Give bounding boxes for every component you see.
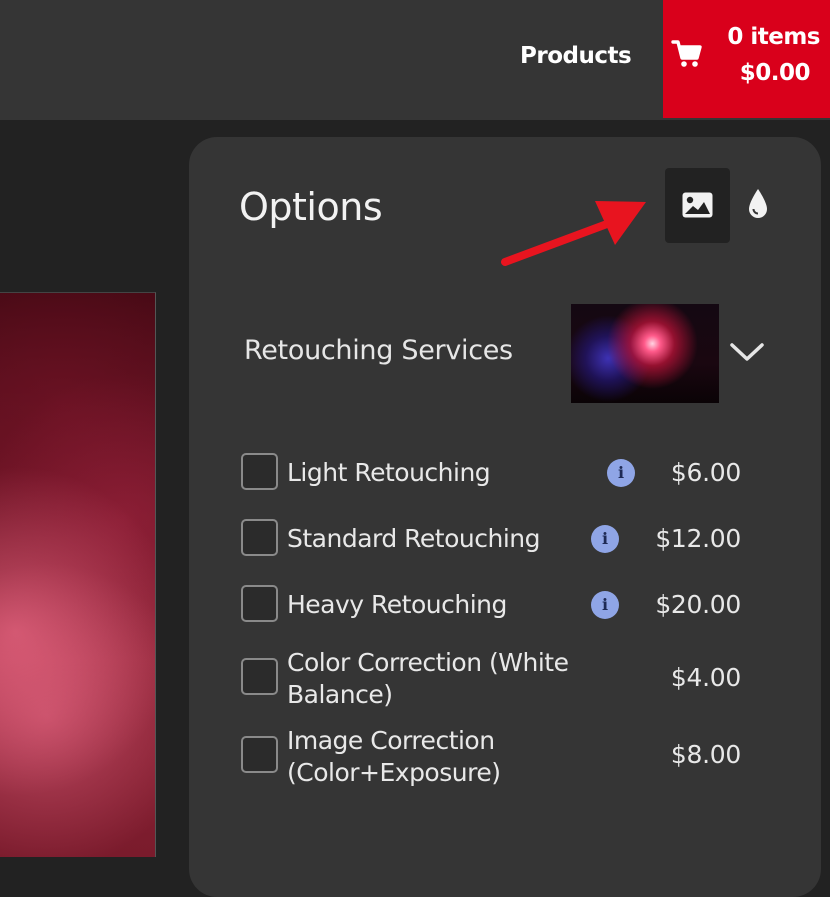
cart-button[interactable]: 0 items $0.00 xyxy=(663,0,830,118)
option-price: $8.00 xyxy=(670,740,741,769)
cart-total: $0.00 xyxy=(739,60,811,86)
photo-thumbnail[interactable] xyxy=(571,304,719,403)
option-checkbox[interactable] xyxy=(241,658,278,695)
shopping-cart-icon xyxy=(671,40,702,67)
option-checkbox[interactable] xyxy=(241,585,278,622)
photo-preview xyxy=(0,292,156,857)
option-price: $6.00 xyxy=(670,458,741,487)
info-icon[interactable]: i xyxy=(591,591,619,619)
cart-item-count: 0 items xyxy=(727,24,820,50)
option-row: Color Correction (White Balance) $4.00 xyxy=(241,647,741,717)
section-title-retouching: Retouching Services xyxy=(244,335,513,366)
option-row: Heavy Retouching i $20.00 xyxy=(241,585,741,625)
options-panel: Options Retouching Services Light Retouc… xyxy=(189,137,821,897)
image-options-button[interactable] xyxy=(665,168,730,243)
option-price: $12.00 xyxy=(655,524,741,553)
info-icon[interactable]: i xyxy=(591,525,619,553)
option-price: $20.00 xyxy=(655,590,741,619)
option-row: Standard Retouching i $12.00 xyxy=(241,519,741,559)
option-label: Image Correction (Color+Exposure) xyxy=(287,726,501,787)
option-label: Standard Retouching xyxy=(287,524,541,553)
option-row: Light Retouching i $6.00 xyxy=(241,453,741,493)
top-navigation-bar: Products 0 items $0.00 xyxy=(0,0,830,120)
option-checkbox[interactable] xyxy=(241,519,278,556)
option-label: Color Correction (White Balance) xyxy=(287,648,569,709)
option-checkbox[interactable] xyxy=(241,453,278,490)
option-row: Image Correction (Color+Exposure) $8.00 xyxy=(241,725,741,795)
chevron-down-icon[interactable] xyxy=(729,339,765,365)
panel-title: Options xyxy=(239,185,383,229)
nav-products-link[interactable]: Products xyxy=(520,38,632,74)
option-checkbox[interactable] xyxy=(241,736,278,773)
info-icon[interactable]: i xyxy=(607,459,635,487)
option-price: $4.00 xyxy=(670,663,741,692)
image-icon xyxy=(682,192,713,218)
option-label: Heavy Retouching xyxy=(287,590,507,619)
option-label: Light Retouching xyxy=(287,458,491,487)
droplet-icon[interactable] xyxy=(747,187,769,221)
